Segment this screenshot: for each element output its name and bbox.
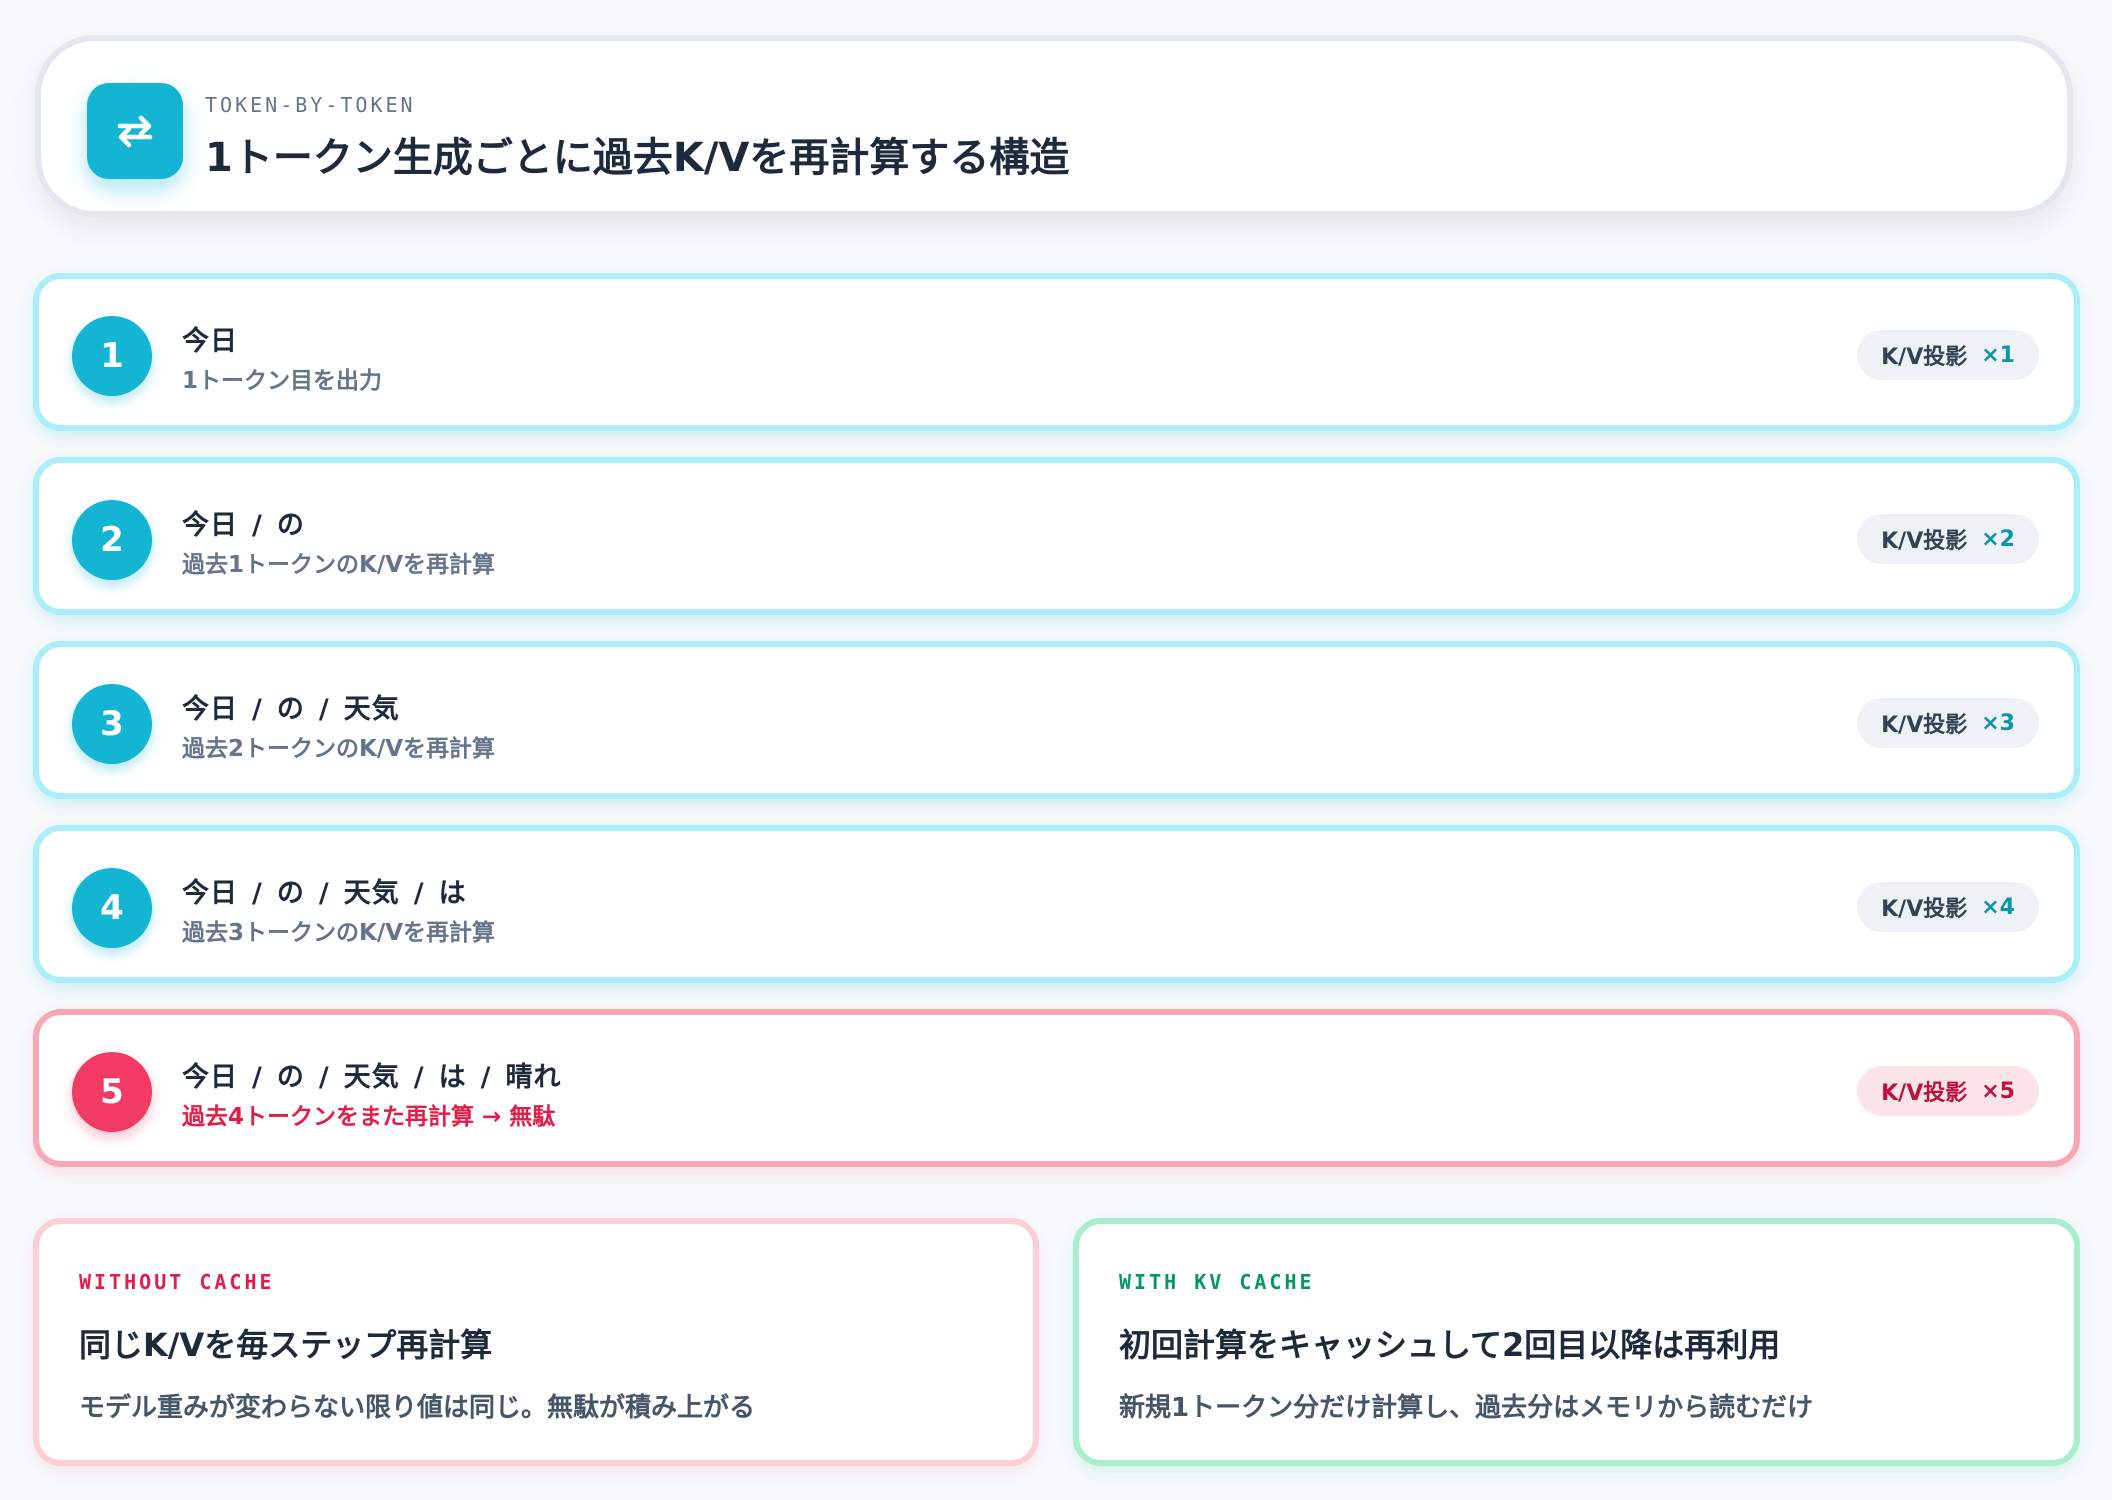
step-token-sequence: 今日 / の / 天気 / は / 晴れ bbox=[182, 1055, 562, 1094]
kv-projection-multiplier: ×5 bbox=[1981, 1078, 2015, 1104]
step-description: 過去1トークンのK/Vを再計算 bbox=[182, 552, 496, 578]
kv-projection-badge: K/V投影 ×5 bbox=[1857, 1066, 2039, 1116]
step-row: 4 今日 / の / 天気 / は過去3トークンのK/Vを再計算 K/V投影 ×4 bbox=[33, 825, 2080, 983]
token-separator: / bbox=[318, 878, 330, 909]
token: 天気 bbox=[343, 694, 400, 725]
token: は bbox=[438, 1062, 467, 1093]
repeat-arrows-icon bbox=[87, 83, 183, 179]
step-number-badge: 1 bbox=[72, 316, 152, 396]
token-separator: / bbox=[413, 878, 425, 909]
without-cache-card: WITHOUT CACHE 同じK/Vを毎ステップ再計算 モデル重みが変わらない… bbox=[33, 1218, 1039, 1466]
token-separator: / bbox=[252, 510, 263, 541]
kv-projection-label: K/V投影 bbox=[1881, 1081, 1968, 1106]
token: の bbox=[276, 510, 305, 541]
page-title: 1トークン生成ごとに過去K/Vを再計算する構造 bbox=[205, 135, 1070, 181]
token-separator: / bbox=[252, 878, 263, 909]
with-kv-cache-eyebrow: WITH KV CACHE bbox=[1119, 1270, 1315, 1294]
token-separator: / bbox=[252, 1062, 263, 1093]
kv-projection-multiplier: ×2 bbox=[1981, 526, 2015, 552]
token-separator: / bbox=[480, 1062, 492, 1093]
kv-projection-label: K/V投影 bbox=[1881, 897, 1968, 922]
token: 今日 bbox=[182, 510, 238, 541]
token: 今日 bbox=[182, 326, 238, 357]
step-token-sequence: 今日 / の / 天気 bbox=[182, 687, 400, 726]
token: の bbox=[276, 1062, 305, 1093]
step-number-badge: 4 bbox=[72, 868, 152, 948]
step-row: 5 今日 / の / 天気 / は / 晴れ過去4トークンをまた再計算 → 無駄 K/V投影 ×5 bbox=[33, 1009, 2080, 1167]
token: 今日 bbox=[182, 694, 238, 725]
token-separator: / bbox=[318, 1062, 330, 1093]
token: 天気 bbox=[343, 1062, 400, 1093]
token: は bbox=[438, 878, 467, 909]
step-description: 過去3トークンのK/Vを再計算 bbox=[182, 920, 496, 946]
with-kv-cache-title: 初回計算をキャッシュして2回目以降は再利用 bbox=[1119, 1326, 1781, 1364]
kv-projection-label: K/V投影 bbox=[1881, 713, 1968, 738]
step-token-sequence: 今日 bbox=[182, 319, 238, 358]
step-number-badge: 3 bbox=[72, 684, 152, 764]
step-row: 3 今日 / の / 天気過去2トークンのK/Vを再計算 K/V投影 ×3 bbox=[33, 641, 2080, 799]
with-kv-cache-card: WITH KV CACHE 初回計算をキャッシュして2回目以降は再利用 新規1ト… bbox=[1073, 1218, 2080, 1466]
step-description: 過去2トークンのK/Vを再計算 bbox=[182, 736, 496, 762]
step-row: 1 今日 1トークン目を出力 K/V投影 ×1 bbox=[33, 273, 2080, 431]
kv-projection-badge: K/V投影 ×1 bbox=[1857, 330, 2039, 380]
step-number-badge: 2 bbox=[72, 500, 152, 580]
kv-projection-label: K/V投影 bbox=[1881, 345, 1968, 370]
kv-projection-badge: K/V投影 ×3 bbox=[1857, 698, 2039, 748]
token: 今日 bbox=[182, 878, 238, 909]
kv-projection-badge: K/V投影 ×4 bbox=[1857, 882, 2039, 932]
header-card: TOKEN-BY-TOKEN 1トークン生成ごとに過去K/Vを再計算する構造 bbox=[35, 35, 2073, 217]
token-separator: / bbox=[413, 1062, 425, 1093]
token: の bbox=[276, 878, 305, 909]
step-description: 過去4トークンをまた再計算 → 無駄 bbox=[182, 1104, 556, 1130]
without-cache-description: モデル重みが変わらない限り値は同じ。無駄が積み上がる bbox=[79, 1393, 756, 1423]
step-row: 2 今日 / の過去1トークンのK/Vを再計算 K/V投影 ×2 bbox=[33, 457, 2080, 615]
token: 天気 bbox=[343, 878, 400, 909]
with-kv-cache-description: 新規1トークン分だけ計算し、過去分はメモリから読むだけ bbox=[1119, 1393, 1814, 1423]
kv-projection-label: K/V投影 bbox=[1881, 529, 1968, 554]
token-separator: / bbox=[318, 694, 330, 725]
without-cache-eyebrow: WITHOUT CACHE bbox=[79, 1270, 275, 1294]
without-cache-title: 同じK/Vを毎ステップ再計算 bbox=[79, 1326, 493, 1364]
step-description: 1トークン目を出力 bbox=[182, 368, 383, 394]
step-list: 1 今日 1トークン目を出力 K/V投影 ×1 2 今日 / の過去1トークンのK/Vを再計算 K… bbox=[33, 273, 2080, 1193]
step-token-sequence: 今日 / の / 天気 / は bbox=[182, 871, 467, 910]
step-token-sequence: 今日 / の bbox=[182, 503, 305, 542]
kv-projection-badge: K/V投影 ×2 bbox=[1857, 514, 2039, 564]
kv-projection-multiplier: ×1 bbox=[1981, 342, 2015, 368]
kv-projection-multiplier: ×4 bbox=[1981, 894, 2015, 920]
token: 今日 bbox=[182, 1062, 238, 1093]
token: の bbox=[276, 694, 305, 725]
token: 晴れ bbox=[505, 1062, 562, 1093]
header-eyebrow: TOKEN-BY-TOKEN bbox=[205, 93, 416, 117]
step-number-badge: 5 bbox=[72, 1052, 152, 1132]
kv-projection-multiplier: ×3 bbox=[1981, 710, 2015, 736]
token-separator: / bbox=[252, 694, 263, 725]
page: TOKEN-BY-TOKEN 1トークン生成ごとに過去K/Vを再計算する構造 1… bbox=[0, 0, 2112, 1500]
